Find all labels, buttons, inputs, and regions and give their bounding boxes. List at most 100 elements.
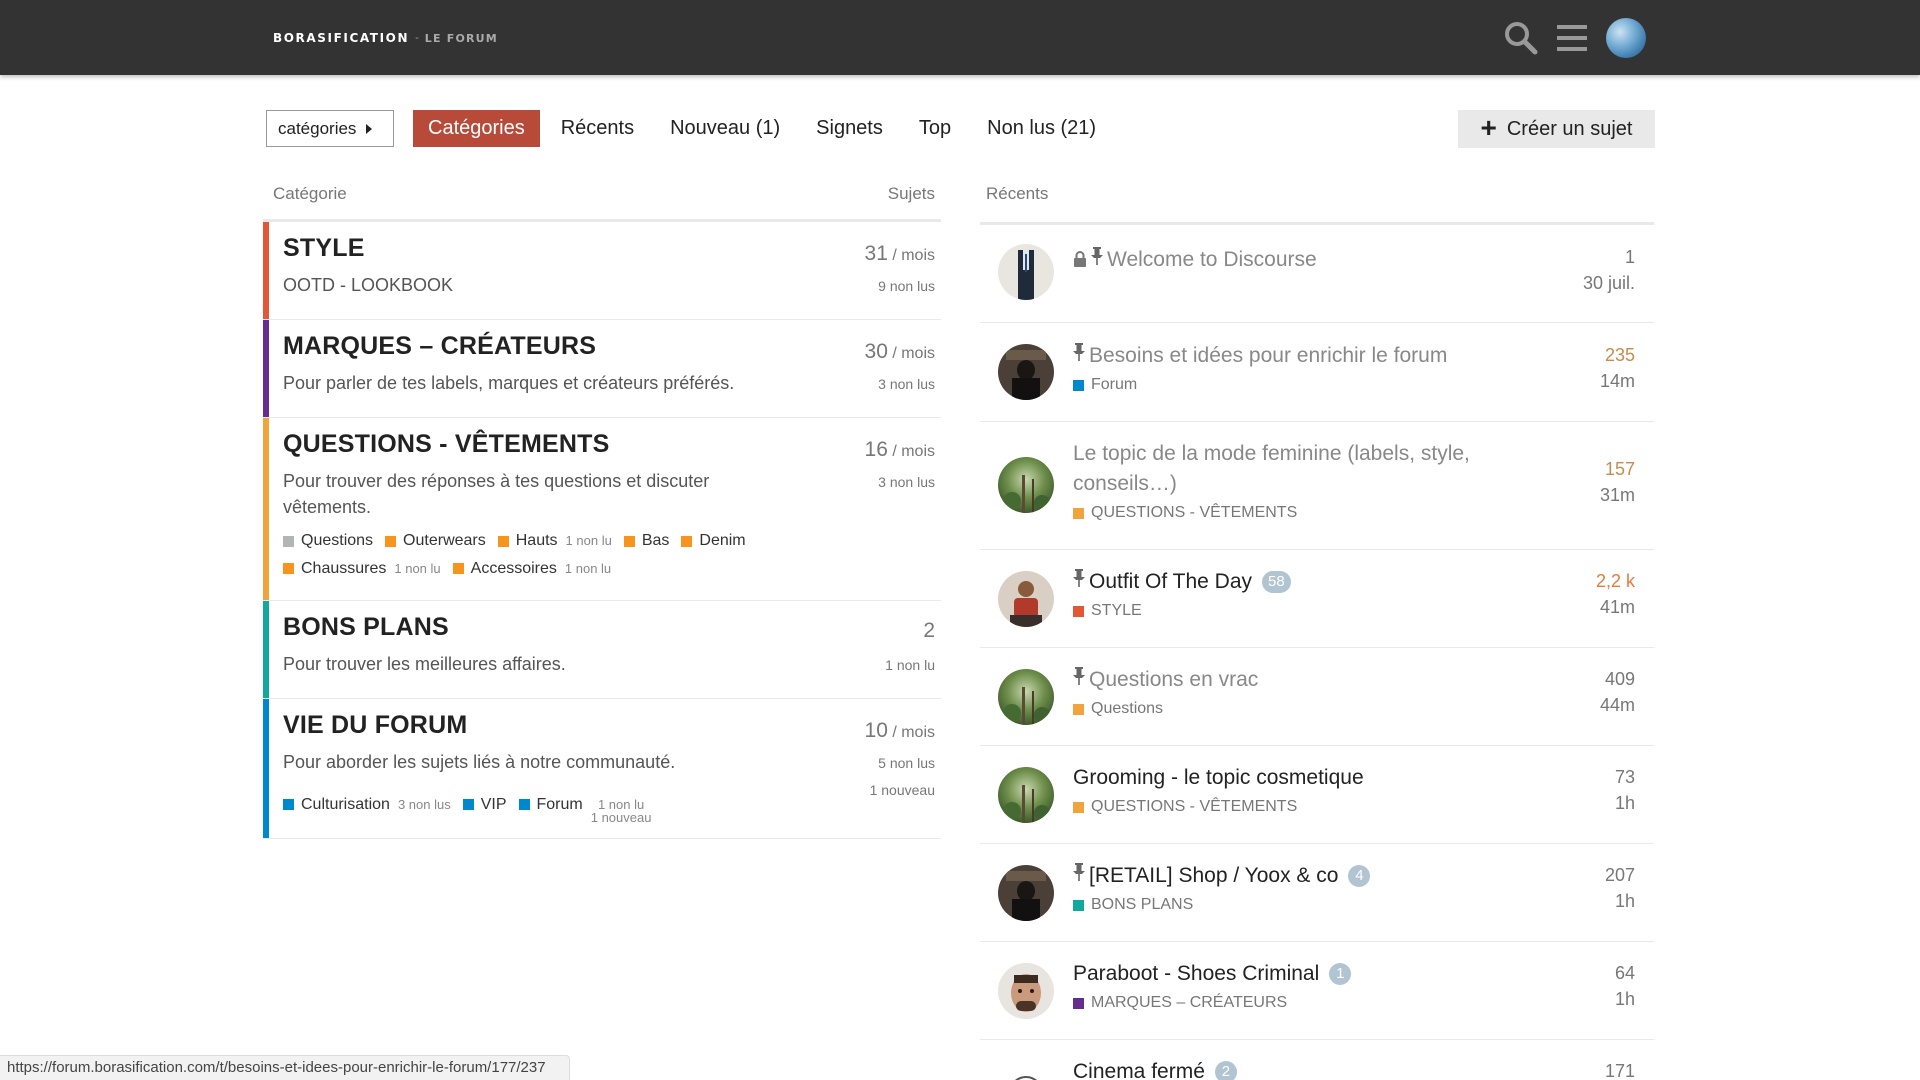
subcategory-unread: 3 non lus [397,796,451,812]
subcategory-link[interactable]: Denim [681,528,746,554]
category-name[interactable]: BONS PLANS [283,613,449,642]
nav-tab[interactable]: Nouveau (1) [655,110,795,147]
topic-poster-avatar[interactable] [998,865,1054,921]
topic-poster-avatar[interactable] [998,963,1054,1019]
topic-count-number: 2 [923,619,935,642]
category-color-square [1073,703,1084,715]
topic-activity-age[interactable]: 14m [1600,371,1635,392]
topic-posts-count[interactable]: 235 [1605,345,1635,366]
topic-posts-count[interactable]: 409 [1605,669,1635,690]
category-new-count[interactable]: 1 nouveau [870,782,935,798]
subcategory-name: Denim [699,532,746,549]
topic-category-link[interactable]: QUESTIONS - VÊTEMENTS [1073,504,1297,522]
category-unread-count[interactable]: 3 non lus [878,474,935,490]
topic-posts-count[interactable]: 2,2 k [1596,571,1635,592]
topic-title-link[interactable]: [RETAIL] Shop / Yoox & co 4 [1073,861,1553,892]
topic-category-name: MARQUES – CRÉATEURS [1091,994,1288,1011]
lock-icon [1073,251,1087,270]
topic-title-link[interactable]: Le topic de la mode feminine (labels, st… [1073,439,1553,499]
topic-posts-count[interactable]: 64 [1615,963,1635,984]
topic-posts-count[interactable]: 73 [1615,767,1635,788]
site-logo[interactable]: BORASIFICATION - LE FORUM [273,31,498,45]
category-name[interactable]: STYLE [283,234,365,263]
recent-topics-header: Récents [980,180,1654,225]
topic-activity-age[interactable]: 41m [1600,597,1635,618]
unread-posts-badge[interactable]: 4 [1348,865,1371,887]
category-unread-count[interactable]: 1 non lu [885,657,935,673]
category-color-bar [263,222,269,319]
topic-category-link[interactable]: Forum [1073,376,1137,394]
topic-title-link[interactable]: Paraboot - Shoes Criminal 1 [1073,959,1553,989]
category-name[interactable]: MARQUES – CRÉATEURS [283,332,596,361]
categories-dropdown[interactable]: catégories [266,110,394,147]
topic-poster-avatar[interactable] [998,571,1054,627]
topic-category-link[interactable]: BONS PLANS [1073,896,1193,914]
topic-category-link[interactable]: Questions [1073,700,1163,718]
nav-tab[interactable]: Non lus (21) [972,110,1111,147]
topic-title-text: Paraboot - Shoes Criminal [1073,962,1320,985]
create-topic-label: Créer un sujet [1506,117,1633,140]
topic-title-link[interactable]: Besoins et idées pour enrichir le forum [1073,341,1553,372]
topic-posts-count[interactable]: 171 [1605,1061,1635,1080]
categories-table-header: Catégorie Sujets [263,180,941,222]
subcategory-link[interactable]: Accessoires 1 non lu [452,556,611,582]
topic-category-link[interactable]: MARQUES – CRÉATEURS [1073,994,1287,1012]
category-unread-count[interactable]: 3 non lus [878,376,935,392]
category-unread-count[interactable]: 9 non lus [878,278,935,294]
topic-posts-count[interactable]: 157 [1605,459,1635,480]
nav-tab[interactable]: Signets [801,110,898,147]
topic-activity-age[interactable]: 1h [1615,891,1635,912]
category-name[interactable]: QUESTIONS - VÊTEMENTS [283,430,609,459]
subcategory-link[interactable]: VIP [462,792,507,818]
unread-posts-badge[interactable]: 58 [1262,571,1291,593]
topic-poster-avatar[interactable] [998,767,1054,823]
nav-tab[interactable]: Récents [546,110,649,147]
search-icon[interactable] [1501,18,1541,58]
subcategory-counts: 1 non lu 1 nouveau [591,798,652,824]
topic-title-text: Questions en vrac [1089,668,1259,691]
subcategory-link[interactable]: Culturisation 3 non lus [283,792,451,818]
create-topic-button[interactable]: + Créer un sujet [1458,110,1655,148]
nav-tab[interactable]: Catégories [413,110,540,147]
category-topic-count: 16 / mois [865,438,935,462]
topic-poster-avatar[interactable] [998,669,1054,725]
topic-activity-age[interactable]: 44m [1600,695,1635,716]
topic-poster-avatar[interactable] [998,244,1054,300]
topic-activity-age[interactable]: 30 juil. [1583,273,1635,294]
topic-title-link[interactable]: Outfit Of The Day 58 [1073,567,1553,598]
subcategory-link[interactable]: Outerwears [385,528,486,554]
topic-activity-age[interactable]: 31m [1600,485,1635,506]
nav-tab[interactable]: Top [904,110,966,147]
subcategory-link[interactable]: Questions [283,528,373,554]
topic-title-link[interactable]: Grooming - le topic cosmetique [1073,763,1553,793]
unread-posts-badge[interactable]: 1 [1329,963,1352,985]
topic-title-link[interactable]: Welcome to Discourse [1073,245,1553,276]
topic-title-link[interactable]: Cinema fermé 2 [1073,1057,1553,1080]
category-name[interactable]: VIE DU FORUM [283,711,467,740]
nav-bar: catégories Catégories Récents Nouveau (1) S… [266,110,1655,148]
topic-category-link[interactable]: STYLE [1073,602,1142,620]
topic-poster-avatar[interactable] [998,344,1054,400]
subcategory-link[interactable]: Bas [623,528,669,554]
subcategory-link[interactable]: Forum 1 non lu 1 nouveau [518,785,652,824]
topic-title-link[interactable]: Questions en vrac [1073,665,1553,696]
user-avatar[interactable] [1606,18,1646,58]
subcategory-color-square [283,563,294,574]
subcategory-link[interactable]: Chaussures 1 non lu [283,556,441,582]
topic-activity-age[interactable]: 1h [1615,989,1635,1010]
subcategory-link[interactable]: Hauts 1 non lu [497,528,612,554]
topic-posts-count[interactable]: 207 [1605,865,1635,886]
topic-poster-avatar[interactable] [998,1061,1054,1080]
topic-posts-count[interactable]: 1 [1625,247,1635,268]
topic-activity-age[interactable]: 1h [1615,793,1635,814]
pin-icon [1073,569,1085,592]
topic-category-link[interactable]: QUESTIONS - VÊTEMENTS [1073,798,1297,816]
category-color-square [1073,801,1084,813]
topic-poster-avatar[interactable] [998,457,1054,513]
category-unread-count[interactable]: 5 non lus [878,755,935,771]
category-color-square [1073,899,1084,911]
topic-row: Outfit Of The Day 58 STYLE 2,2 k 41m [980,550,1654,648]
hamburger-menu-icon[interactable] [1552,18,1592,58]
category-color-square [1073,997,1084,1009]
unread-posts-badge[interactable]: 2 [1214,1061,1237,1080]
